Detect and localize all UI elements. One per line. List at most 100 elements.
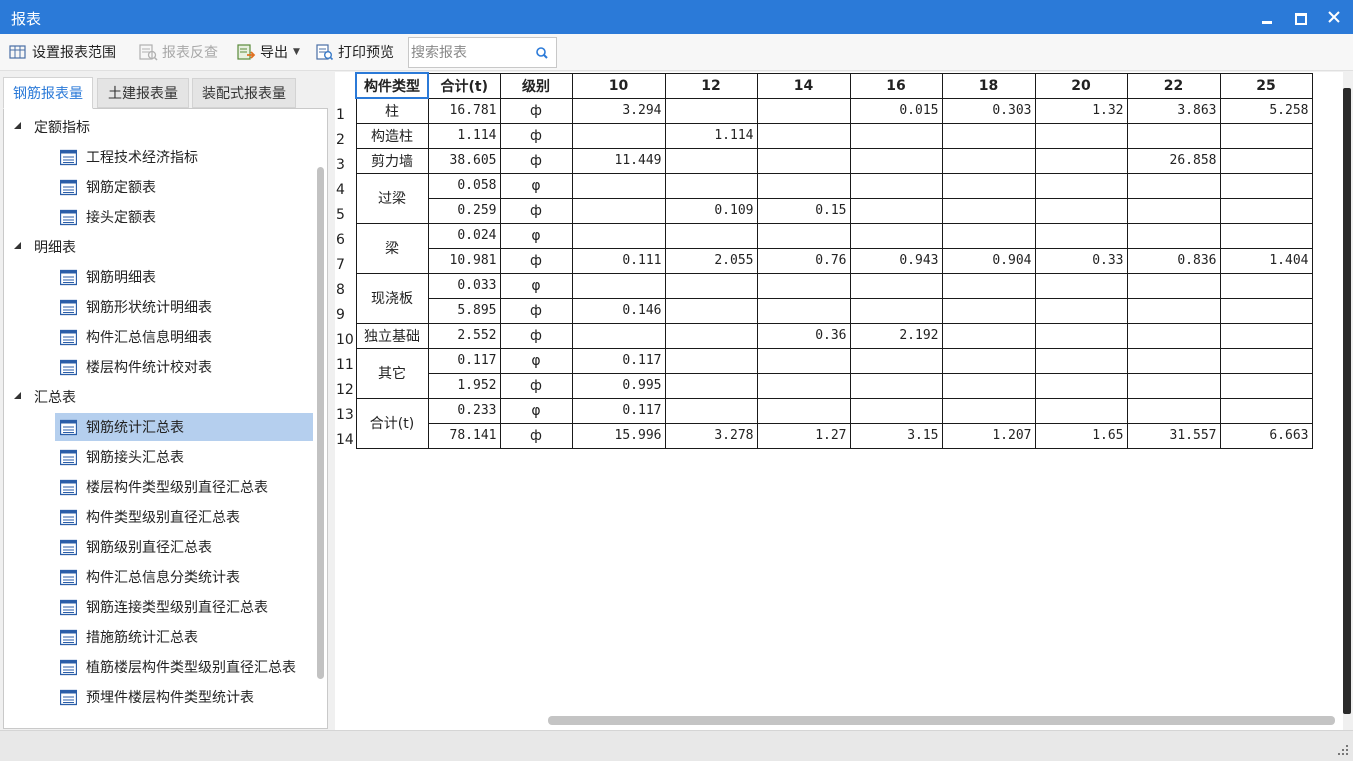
- table-row[interactable]: 5 0.259 ф 0.109 0.15: [335, 197, 1313, 224]
- grid-horizontal-scrollbar[interactable]: [548, 716, 1335, 725]
- column-header[interactable]: 20: [1034, 72, 1128, 99]
- diameter-value-cell[interactable]: [941, 222, 1036, 249]
- set-report-range-button[interactable]: 设置报表范围: [8, 38, 116, 66]
- diameter-value-cell[interactable]: [849, 297, 943, 324]
- diameter-value-cell[interactable]: [756, 347, 851, 374]
- diameter-value-cell[interactable]: [941, 372, 1036, 399]
- diameter-value-cell[interactable]: 5.258: [1219, 97, 1313, 124]
- diameter-value-cell[interactable]: 11.449: [571, 147, 666, 174]
- diameter-value-cell[interactable]: [849, 372, 943, 399]
- diameter-value-cell[interactable]: [1034, 297, 1128, 324]
- expand-arrow-icon[interactable]: [12, 121, 24, 133]
- tree-item[interactable]: 钢筋级别直径汇总表: [55, 533, 313, 561]
- diameter-value-cell[interactable]: [941, 397, 1036, 424]
- tree-item[interactable]: 钢筋统计汇总表: [55, 413, 313, 441]
- diameter-value-cell[interactable]: [756, 297, 851, 324]
- column-header[interactable]: 12: [664, 72, 758, 99]
- diameter-value-cell[interactable]: 0.109: [664, 197, 758, 224]
- diameter-value-cell[interactable]: 0.33: [1034, 247, 1128, 274]
- component-type-cell[interactable]: 现浇板: [355, 272, 429, 324]
- diameter-value-cell[interactable]: [849, 172, 943, 199]
- table-row[interactable]: 1 柱 16.781 ф 3.294 0.015 0.303 1.32 3.863 5.258: [335, 97, 1313, 124]
- diameter-value-cell[interactable]: [571, 122, 666, 149]
- minimize-button[interactable]: [1253, 4, 1281, 30]
- total-cell[interactable]: 38.605: [427, 147, 501, 174]
- component-type-cell[interactable]: 剪力墙: [355, 147, 429, 174]
- diameter-value-cell[interactable]: [664, 322, 758, 349]
- column-header[interactable]: 18: [941, 72, 1036, 99]
- grade-cell[interactable]: φ: [499, 347, 573, 374]
- total-cell[interactable]: 0.024: [427, 222, 501, 249]
- column-header[interactable]: 14: [756, 72, 851, 99]
- diameter-value-cell[interactable]: [849, 197, 943, 224]
- diameter-value-cell[interactable]: [1034, 397, 1128, 424]
- diameter-value-cell[interactable]: [941, 147, 1036, 174]
- diameter-value-cell[interactable]: [756, 372, 851, 399]
- diameter-value-cell[interactable]: [756, 397, 851, 424]
- diameter-value-cell[interactable]: [941, 197, 1036, 224]
- diameter-value-cell[interactable]: [1034, 122, 1128, 149]
- total-cell[interactable]: 1.114: [427, 122, 501, 149]
- close-button[interactable]: [1320, 4, 1348, 30]
- diameter-value-cell[interactable]: [1034, 372, 1128, 399]
- maximize-button[interactable]: [1286, 4, 1314, 30]
- diameter-value-cell[interactable]: 3.278: [664, 422, 758, 449]
- grade-cell[interactable]: ф: [499, 322, 573, 349]
- diameter-value-cell[interactable]: [756, 147, 851, 174]
- resize-grip-icon[interactable]: [1337, 744, 1349, 756]
- diameter-value-cell[interactable]: 0.117: [571, 347, 666, 374]
- diameter-value-cell[interactable]: [941, 297, 1036, 324]
- expand-arrow-icon[interactable]: [12, 241, 24, 253]
- total-cell[interactable]: 0.058: [427, 172, 501, 199]
- diameter-value-cell[interactable]: [1126, 272, 1221, 299]
- grade-cell[interactable]: ф: [499, 422, 573, 449]
- grade-cell[interactable]: ф: [499, 247, 573, 274]
- column-header[interactable]: 25: [1219, 72, 1313, 99]
- tree-group[interactable]: 定额指标: [12, 113, 90, 141]
- diameter-value-cell[interactable]: 0.76: [756, 247, 851, 274]
- grid-vertical-scrollbar[interactable]: [1343, 88, 1351, 714]
- component-type-cell[interactable]: 柱: [355, 97, 429, 124]
- total-cell[interactable]: 16.781: [427, 97, 501, 124]
- diameter-value-cell[interactable]: [571, 322, 666, 349]
- grade-cell[interactable]: φ: [499, 397, 573, 424]
- diameter-value-cell[interactable]: 2.055: [664, 247, 758, 274]
- total-cell[interactable]: 78.141: [427, 422, 501, 449]
- diameter-value-cell[interactable]: [756, 172, 851, 199]
- total-cell[interactable]: 0.259: [427, 197, 501, 224]
- grade-cell[interactable]: φ: [499, 172, 573, 199]
- table-row[interactable]: 10 独立基础 2.552 ф 0.36 2.192: [335, 322, 1313, 349]
- grade-cell[interactable]: ф: [499, 122, 573, 149]
- diameter-value-cell[interactable]: 3.294: [571, 97, 666, 124]
- component-type-cell[interactable]: 独立基础: [355, 322, 429, 349]
- grade-cell[interactable]: ф: [499, 297, 573, 324]
- diameter-value-cell[interactable]: 1.27: [756, 422, 851, 449]
- diameter-value-cell[interactable]: [664, 272, 758, 299]
- grade-cell[interactable]: ф: [499, 97, 573, 124]
- diameter-value-cell[interactable]: 0.303: [941, 97, 1036, 124]
- table-row[interactable]: 7 10.981 ф 0.111 2.055 0.76 0.943 0.904 0.33 0.83…: [335, 247, 1313, 274]
- search-icon[interactable]: [534, 45, 550, 61]
- diameter-value-cell[interactable]: [1219, 347, 1313, 374]
- diameter-value-cell[interactable]: 3.863: [1126, 97, 1221, 124]
- table-row[interactable]: 2 构造柱 1.114 ф 1.114: [335, 122, 1313, 149]
- diameter-value-cell[interactable]: 0.836: [1126, 247, 1221, 274]
- total-cell[interactable]: 10.981: [427, 247, 501, 274]
- diameter-value-cell[interactable]: [849, 222, 943, 249]
- tree-item[interactable]: 钢筋定额表: [55, 173, 313, 201]
- table-row[interactable]: 6 梁 0.024 φ: [335, 222, 1313, 274]
- table-row[interactable]: 9 5.895 ф 0.146: [335, 297, 1313, 324]
- tree-item[interactable]: 钢筋形状统计明细表: [55, 293, 313, 321]
- diameter-value-cell[interactable]: [941, 122, 1036, 149]
- diameter-value-cell[interactable]: [1126, 347, 1221, 374]
- column-header-type[interactable]: 构件类型: [355, 72, 429, 99]
- grade-cell[interactable]: ф: [499, 147, 573, 174]
- report-review-button[interactable]: 报表反查: [138, 38, 218, 66]
- component-type-cell[interactable]: 构造柱: [355, 122, 429, 149]
- search-input[interactable]: [411, 42, 529, 64]
- tab-rebar-reports[interactable]: 钢筋报表量: [3, 77, 93, 109]
- column-header[interactable]: 10: [571, 72, 666, 99]
- diameter-value-cell[interactable]: [941, 322, 1036, 349]
- diameter-value-cell[interactable]: 0.015: [849, 97, 943, 124]
- table-row[interactable]: 4 过梁 0.058 φ: [335, 172, 1313, 224]
